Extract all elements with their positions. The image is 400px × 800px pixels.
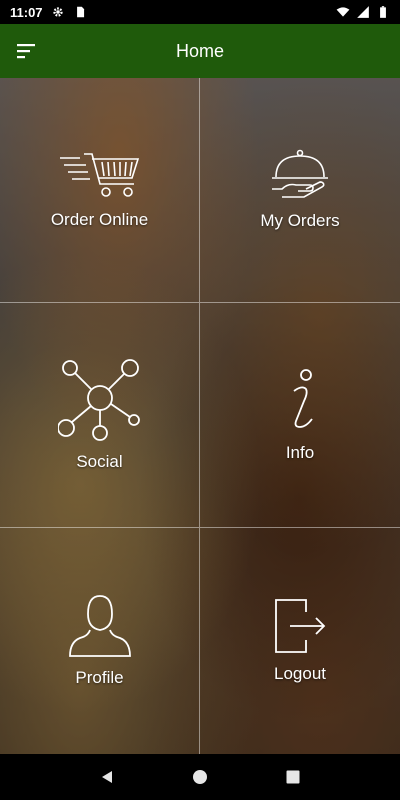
info-icon [293,369,313,428]
gear-icon [52,7,63,17]
system-nav-bar [0,754,400,800]
order-online-label: Order Online [50,210,149,229]
home-icon [192,770,207,784]
menu-icon[interactable] [16,41,38,61]
order-online-button[interactable]: Order Online [0,78,200,303]
status-bar: 11:07 [0,0,400,24]
logout-button[interactable]: Logout [200,528,400,754]
page-title: Home [175,40,224,61]
status-time: 11:07 [10,4,43,20]
recents-icon [286,770,300,784]
profile-label: Profile [75,668,124,687]
wifi-icon [336,7,350,17]
my-orders-button[interactable]: My Orders [200,78,400,303]
my-orders-label: My Orders [260,211,340,230]
profile-button[interactable]: Profile [0,528,200,754]
back-button[interactable] [95,765,119,789]
network-icon [57,359,140,441]
recents-button[interactable] [281,765,305,789]
info-button[interactable]: Info [200,303,400,528]
home-grid-container: Order Online My Orders Social Info Profi… [0,78,400,754]
social-label: Social [76,452,123,471]
signal-icon [357,6,369,18]
home-button[interactable] [188,765,212,789]
person-icon [68,595,131,657]
sd-card-icon [76,6,84,18]
back-icon [101,771,112,783]
logout-icon [275,599,326,653]
battery-icon [380,6,386,18]
shopping-cart-icon [59,153,139,197]
app-bar: Home [0,24,400,78]
social-button[interactable]: Social [0,303,200,528]
info-label: Info [285,443,315,462]
serving-cloche-icon [272,149,328,198]
logout-label: Logout [274,664,326,683]
